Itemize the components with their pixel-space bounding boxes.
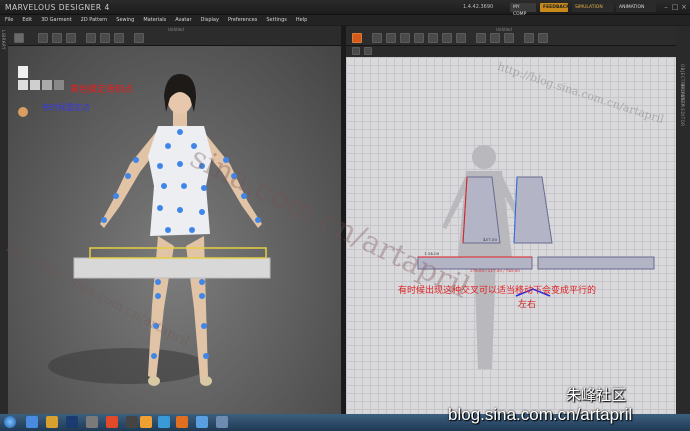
free-sewing-icon[interactable] xyxy=(490,33,500,43)
2d-subtoolbar xyxy=(346,46,676,57)
annotation-left-right: 左右 xyxy=(518,300,537,310)
gmail-icon[interactable] xyxy=(140,416,152,428)
menu-sewing[interactable]: Sewing xyxy=(116,17,134,23)
left-shoe xyxy=(148,376,160,386)
maximize-icon[interactable]: □ xyxy=(671,3,679,11)
pattern-select-icon[interactable] xyxy=(352,33,362,43)
internal-line-icon[interactable] xyxy=(442,33,452,43)
edit-sewing-icon[interactable] xyxy=(504,33,514,43)
media-icon[interactable] xyxy=(126,416,138,428)
menu-help[interactable]: Help xyxy=(296,17,307,23)
menu-materials[interactable]: Materials xyxy=(143,17,166,23)
garment-thumb xyxy=(18,66,28,78)
animation-mode-button[interactable]: ANIMATION xyxy=(616,3,656,12)
right-shoe xyxy=(200,376,212,386)
right-side-tabs: OBJECT BROWSER PROPERTY EDITOR xyxy=(676,26,690,414)
menu-settings[interactable]: Settings xyxy=(266,17,287,23)
menu-3d-garment[interactable]: 3D Garment xyxy=(41,17,72,23)
firefox-icon[interactable] xyxy=(176,416,188,428)
menu-display[interactable]: Display xyxy=(201,17,219,23)
title-bar: MARVELOUS DESIGNER 4 1.4.42.3690 MY COMP… xyxy=(0,0,690,17)
start-icon[interactable] xyxy=(4,416,16,428)
3d-toolbar: Untitled xyxy=(8,26,341,46)
tack-tool-icon[interactable] xyxy=(52,33,62,43)
pin-tool-icon[interactable] xyxy=(66,33,76,43)
waist-strip-right xyxy=(537,256,655,270)
menu-2d-pattern[interactable]: 2D Pattern xyxy=(81,17,108,23)
version-label: 1.4.42.3690 xyxy=(463,4,494,10)
left-arm xyxy=(100,132,160,228)
texture-icon[interactable] xyxy=(538,33,548,43)
edit-point-icon[interactable] xyxy=(372,33,382,43)
menu-preferences[interactable]: Preferences xyxy=(228,17,257,23)
app-window: MARVELOUS DESIGNER 4 1.4.42.3690 MY COMP… xyxy=(0,0,690,431)
account-button[interactable]: MY COMP xyxy=(510,3,536,17)
property-editor-tab[interactable]: PROPERTY EDITOR xyxy=(680,82,685,127)
3d-pane-title: Untitled xyxy=(168,27,184,32)
polygon-tool-icon[interactable] xyxy=(386,33,396,43)
menu-file[interactable]: File xyxy=(5,17,13,23)
close-icon[interactable]: × xyxy=(680,3,688,11)
2d-pane-title: Untitled xyxy=(496,27,512,32)
avatar-thumb-3 xyxy=(54,80,64,90)
yellow-pattern-arrangement xyxy=(89,247,267,259)
avatar-thumb-1 xyxy=(30,80,40,90)
menu-avatar[interactable]: Avatar xyxy=(175,17,191,23)
avatar-thumb-2 xyxy=(42,80,52,90)
view-tool-icon[interactable] xyxy=(134,33,144,43)
minimize-icon[interactable]: – xyxy=(662,3,670,11)
steam-tool-icon[interactable] xyxy=(114,33,124,43)
annotation-blue-top: 有时候重定点 xyxy=(42,103,90,112)
menu-edit[interactable]: Edit xyxy=(22,17,32,23)
explorer-icon[interactable] xyxy=(46,416,58,428)
grid-icon[interactable] xyxy=(364,47,372,55)
globe-icon[interactable] xyxy=(158,416,170,428)
2d-toolbar: Untitled xyxy=(346,26,676,46)
select-tool-icon[interactable] xyxy=(14,33,24,43)
transform-tool-icon[interactable] xyxy=(38,33,48,43)
brand-url: blog.sina.com.cn/artapril xyxy=(448,405,633,424)
library-side-tab[interactable]: LIBRARY xyxy=(0,26,8,414)
avatar-thumb-0 xyxy=(18,80,28,90)
chrome-icon[interactable] xyxy=(106,416,118,428)
3d-viewport[interactable]: 黄色模定骨刺点 有时候重定点 xyxy=(8,46,341,414)
dart-tool-icon[interactable] xyxy=(428,33,438,43)
annotation-red-top: 黄色模定骨刺点 xyxy=(70,85,134,95)
brand-cn: 朱峰社区 xyxy=(566,386,627,404)
menu-bar: File Edit 3D Garment 2D Pattern Sewing M… xyxy=(0,15,690,25)
ie-icon[interactable] xyxy=(26,416,38,428)
strip-total-dimension: 278.00 / 217.00 / 749.00 xyxy=(470,268,520,273)
segment-sewing-icon[interactable] xyxy=(476,33,486,43)
files-icon[interactable] xyxy=(86,416,98,428)
arrange-icon[interactable] xyxy=(352,47,360,55)
circle-tool-icon[interactable] xyxy=(414,33,424,43)
back-pattern xyxy=(513,176,553,244)
seam-allowance-icon[interactable] xyxy=(456,33,466,43)
app-logo: MARVELOUS DESIGNER 4 xyxy=(5,3,110,12)
front-dimension: 457.50 xyxy=(483,237,497,242)
avatar-measure-box-left xyxy=(73,257,271,279)
avatar-face-thumb xyxy=(18,107,28,117)
fold-tool-icon[interactable] xyxy=(86,33,96,43)
feedback-button[interactable]: FEEDBACK xyxy=(540,3,570,12)
app-icon[interactable] xyxy=(216,416,228,428)
measure-tool-icon[interactable] xyxy=(100,33,110,43)
rectangle-tool-icon[interactable] xyxy=(400,33,410,43)
photoshop-icon[interactable] xyxy=(66,416,78,428)
simulation-mode-button[interactable]: SIMULATION xyxy=(572,3,614,12)
topstitch-icon[interactable] xyxy=(524,33,534,43)
library-tab-label: LIBRARY xyxy=(1,30,6,50)
avatar-shadow xyxy=(48,348,208,384)
cloud-icon[interactable] xyxy=(196,416,208,428)
